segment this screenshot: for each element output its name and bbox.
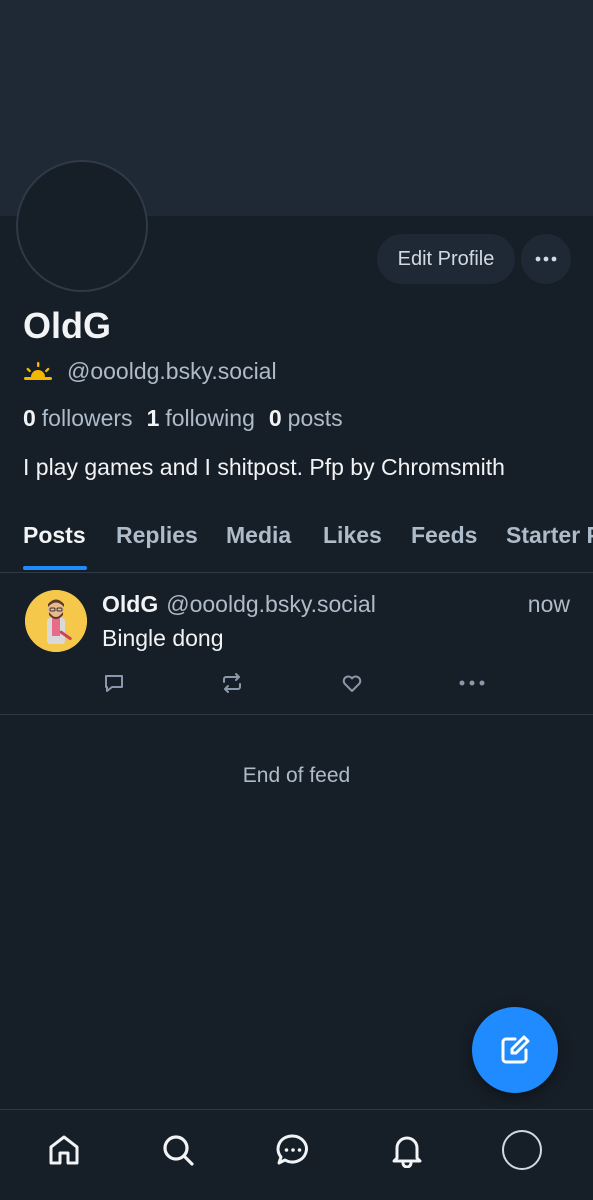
followers-label: followers (41, 404, 133, 431)
profile-bio: I play games and I shitpost. Pfp by Chro… (23, 454, 505, 480)
profile-stats: 0 followers 1 following 0 posts (23, 403, 357, 433)
following-label: following (165, 404, 255, 431)
search-icon[interactable] (158, 1130, 198, 1170)
profile-handle: @oooldg.bsky.social (67, 357, 277, 384)
tab-feeds[interactable]: Feeds (411, 522, 477, 570)
posts-stat: 0 posts (269, 405, 343, 432)
home-icon[interactable] (44, 1130, 84, 1170)
post-actions (100, 669, 500, 697)
profile-handle-row: @oooldg.bsky.social (23, 355, 277, 387)
profile-tabs: Posts Replies Media Likes Feeds Starter … (0, 512, 593, 573)
post-author-handle[interactable]: @oooldg.bsky.social (166, 591, 376, 617)
following-stat[interactable]: 1 following (147, 405, 255, 432)
reply-icon[interactable] (100, 669, 128, 697)
bottom-nav (0, 1109, 593, 1200)
compose-icon (501, 1035, 530, 1064)
post-text: Bingle dong (102, 625, 224, 651)
post-item[interactable]: OldG @oooldg.bsky.social now Bingle dong (0, 573, 593, 715)
tab-replies[interactable]: Replies (116, 522, 198, 570)
tab-likes[interactable]: Likes (323, 522, 382, 570)
profile-display-name: OldG (23, 305, 111, 346)
compose-button[interactable] (472, 1007, 558, 1093)
followers-count: 0 (23, 404, 36, 431)
chat-icon[interactable] (273, 1130, 313, 1170)
profile-more-button[interactable] (521, 234, 571, 284)
posts-label: posts (287, 404, 343, 431)
profile-avatar-icon (502, 1130, 542, 1170)
following-count: 1 (146, 404, 160, 431)
bell-icon[interactable] (387, 1130, 427, 1170)
like-icon[interactable] (338, 669, 366, 697)
edit-profile-button[interactable]: Edit Profile (377, 234, 515, 284)
tab-media[interactable]: Media (226, 522, 291, 570)
post-author-name[interactable]: OldG (102, 591, 158, 617)
repost-icon[interactable] (218, 669, 246, 697)
profile-avatar[interactable] (16, 160, 148, 292)
posts-count: 0 (268, 404, 282, 431)
profile-nav-item[interactable] (502, 1130, 542, 1170)
followers-stat[interactable]: 0 followers (23, 405, 133, 432)
tab-posts[interactable]: Posts (23, 522, 86, 570)
post-header: OldG @oooldg.bsky.social (102, 591, 376, 618)
post-more-icon[interactable] (458, 669, 486, 697)
sun-icon (23, 360, 53, 382)
post-author-avatar[interactable] (25, 590, 87, 652)
post-timestamp[interactable]: now (528, 591, 570, 618)
ellipsis-icon (535, 256, 557, 262)
end-of-feed-label: End of feed (242, 764, 351, 787)
active-tab-indicator (23, 566, 87, 570)
tab-starter-packs[interactable]: Starter Packs (506, 522, 593, 570)
profile-screen: Edit Profile OldG @oooldg.bsky.social 0 … (0, 0, 593, 1200)
